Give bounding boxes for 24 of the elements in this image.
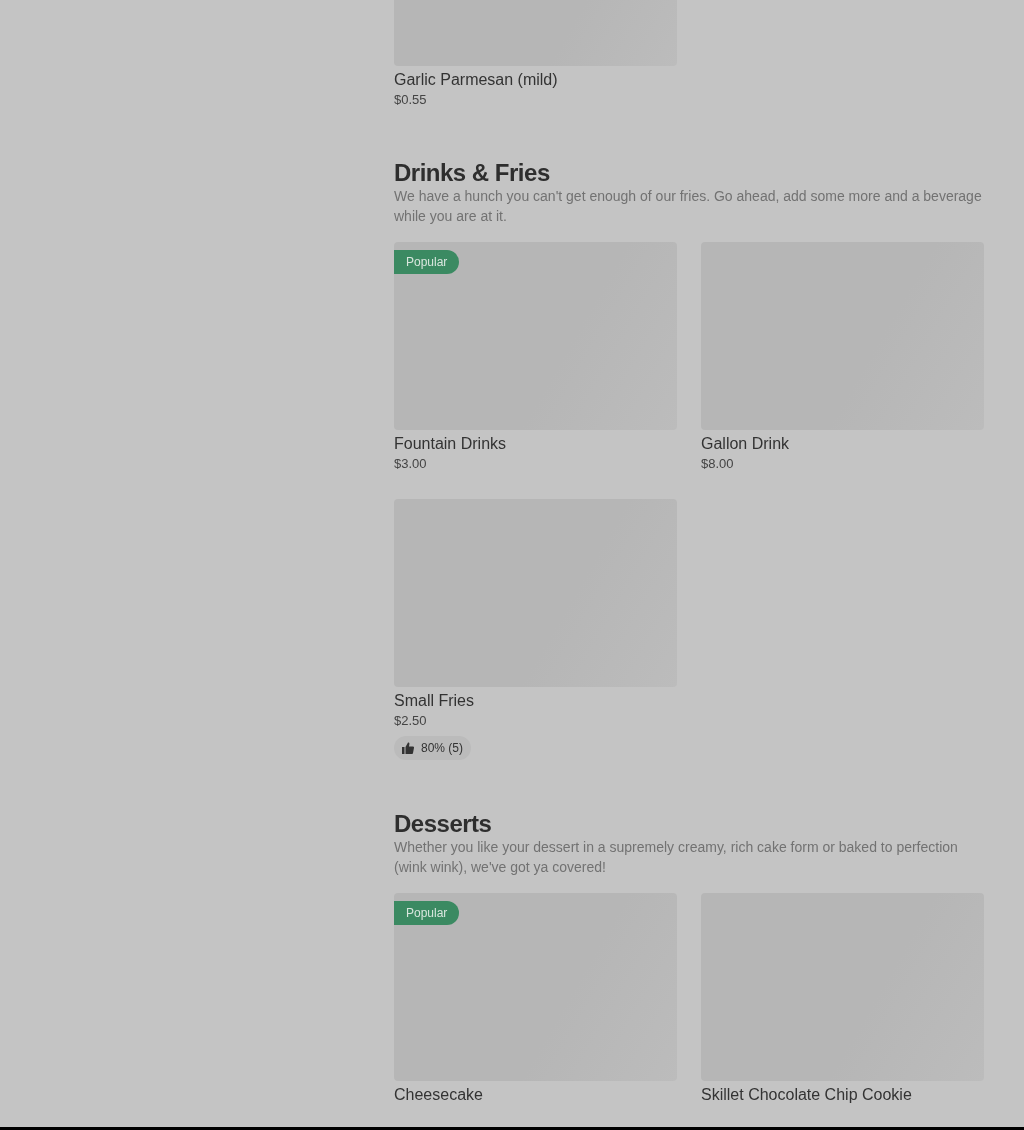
menu-item-card[interactable]: Popular Cheesecake [394, 893, 677, 1105]
section-heading: Desserts [394, 809, 493, 839]
menu-item-card[interactable]: Popular Fountain Drinks $3.00 [394, 242, 677, 473]
section-description: Whether you like your dessert in a supremely creamy, rich cake form or baked to perfection (wink wink), we've got ya covered! [394, 838, 959, 877]
item-name: Fountain Drinks [394, 434, 508, 454]
item-name: Small Fries [394, 691, 475, 711]
section-description: We have a hunch you can't get enough of our fries. Go ahead, add some more and a beverage while you are at it. [394, 187, 983, 226]
item-name: Garlic Parmesan (mild) [394, 70, 559, 90]
item-price: $8.00 [701, 455, 735, 473]
popular-badge: Popular [394, 250, 460, 274]
rating-badge: 80% (5) [394, 736, 472, 760]
menu-item-card[interactable]: Gallon Drink $8.00 [701, 242, 984, 473]
item-name: Cheesecake [394, 1085, 484, 1105]
item-name: Skillet Chocolate Chip Cookie [701, 1085, 913, 1105]
menu-item-card[interactable]: Skillet Chocolate Chip Cookie [701, 893, 984, 1105]
item-price: $0.55 [394, 91, 428, 109]
menu-item-card[interactable]: Small Fries $2.50 80% (5) [394, 499, 677, 760]
section-heading: Drinks & Fries [394, 158, 551, 188]
thumbs-up-icon [402, 742, 414, 754]
item-name: Gallon Drink [701, 434, 791, 454]
menu-item-card[interactable]: Garlic Parmesan (mild) $0.55 [394, 0, 677, 109]
item-price: $3.00 [394, 455, 428, 473]
popular-badge: Popular [394, 901, 460, 925]
item-price: $2.50 [394, 712, 428, 730]
